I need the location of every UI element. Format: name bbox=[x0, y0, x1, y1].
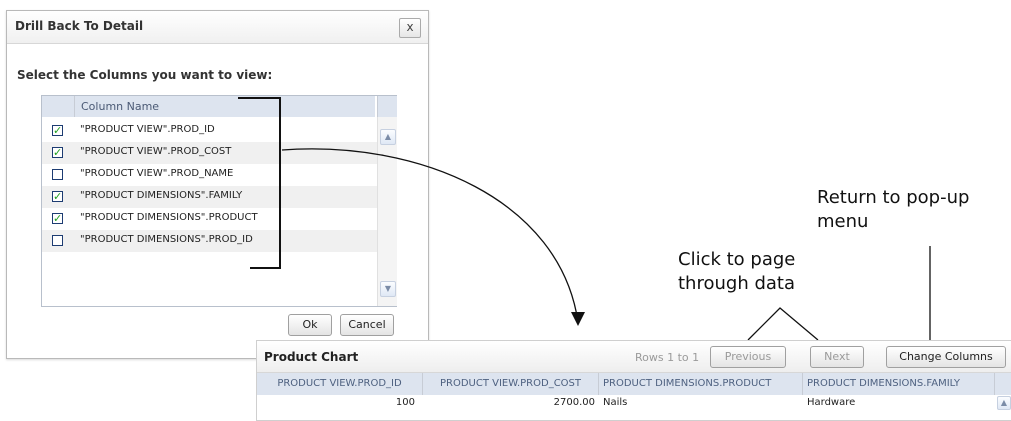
grid-cell: 100 bbox=[395, 397, 415, 408]
grid-header-cell[interactable]: PRODUCT DIMENSIONS.FAMILY bbox=[803, 373, 995, 395]
arrowhead-icon bbox=[571, 312, 585, 326]
return-callout-line1: Return to pop-up bbox=[817, 187, 970, 208]
curved-arrow bbox=[281, 148, 579, 323]
column-bracket-line bbox=[238, 97, 281, 269]
return-callout: Return to pop-up menu bbox=[817, 186, 969, 234]
product-chart-panel: Product Chart Rows 1 to 1 Previous Next … bbox=[256, 340, 1011, 421]
next-button[interactable]: Next bbox=[810, 346, 864, 368]
change-columns-button[interactable]: Change Columns bbox=[886, 346, 1006, 368]
grid-cell: Hardware bbox=[807, 397, 856, 408]
grid-header-cell[interactable]: PRODUCT VIEW.PROD_COST bbox=[423, 373, 599, 395]
rows-indicator: Rows 1 to 1 bbox=[635, 351, 700, 364]
grid-header-cell[interactable]: PRODUCT DIMENSIONS.PRODUCT bbox=[599, 373, 803, 395]
grid-cell: Nails bbox=[603, 397, 628, 408]
grid-cell: 2700.00 bbox=[553, 397, 595, 408]
page-callout: Click to page through data bbox=[678, 248, 795, 296]
page-callout-line1: Click to page bbox=[678, 249, 796, 270]
panel-header: Product Chart Rows 1 to 1 Previous Next … bbox=[257, 341, 1011, 373]
panel-title: Product Chart bbox=[264, 350, 359, 364]
previous-button[interactable]: Previous bbox=[710, 346, 786, 368]
page-callout-line bbox=[747, 307, 819, 341]
grid-header-scroll-cell bbox=[995, 373, 1011, 395]
page-callout-line2: through data bbox=[678, 273, 795, 294]
grid-header-cell[interactable]: PRODUCT VIEW.PROD_ID bbox=[257, 373, 423, 395]
chevron-up-icon[interactable]: ▲ bbox=[997, 396, 1011, 410]
return-callout-line2: menu bbox=[817, 211, 869, 232]
grid-header: PRODUCT VIEW.PROD_ID PRODUCT VIEW.PROD_C… bbox=[257, 373, 1011, 395]
